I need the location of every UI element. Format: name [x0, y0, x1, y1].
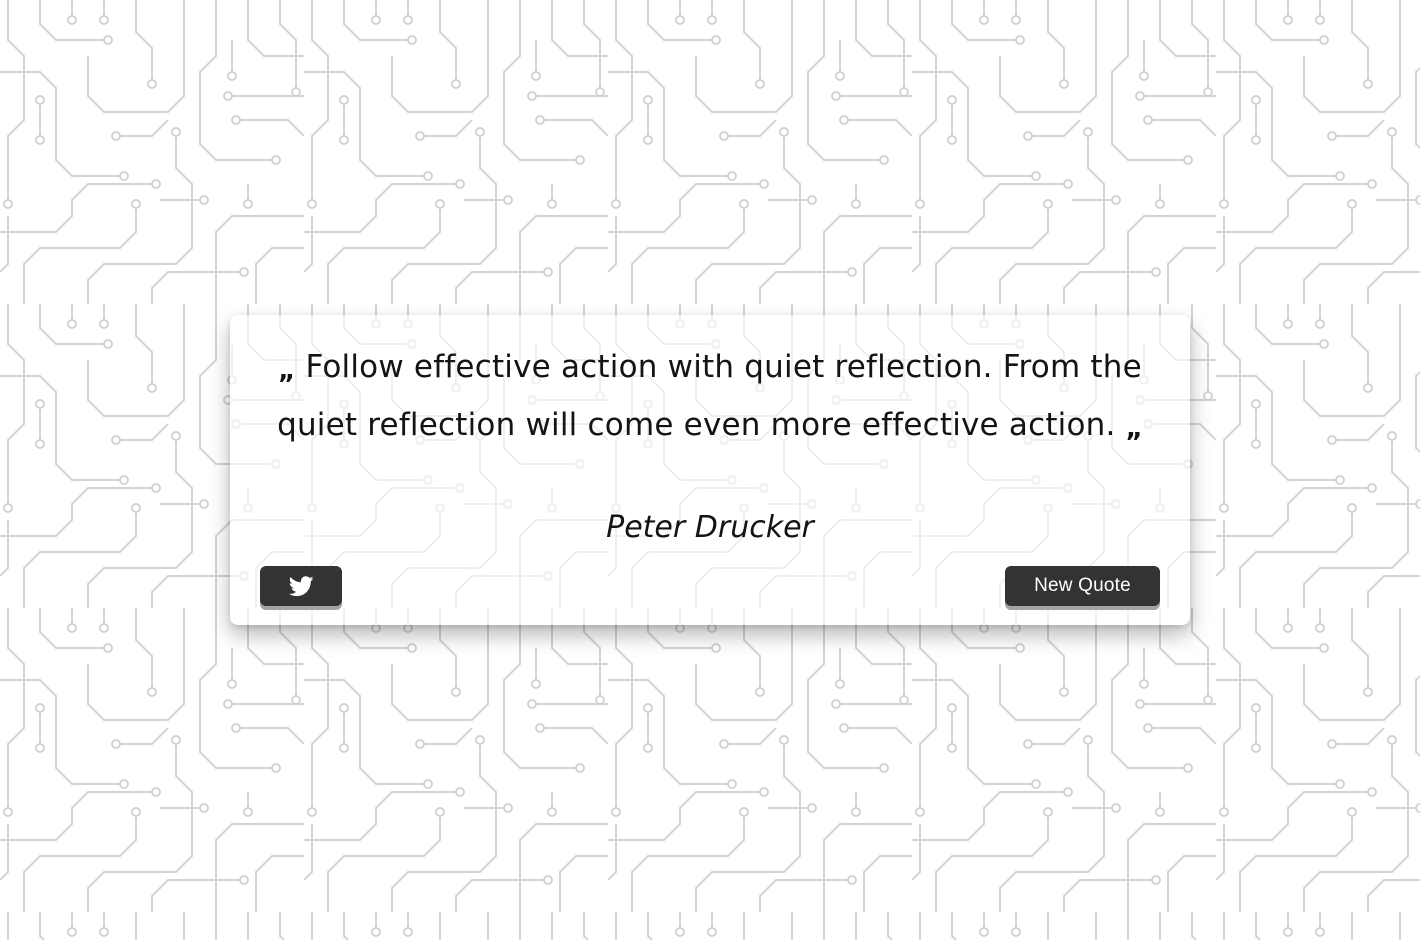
close-quote-mark-icon: „ — [1125, 414, 1143, 444]
quote-card: „ Follow effective action with quiet ref… — [230, 315, 1190, 625]
quote-body: Follow effective action with quiet refle… — [277, 349, 1142, 443]
new-quote-button[interactable]: New Quote — [1005, 566, 1160, 606]
open-quote-mark-icon: „ — [278, 356, 296, 386]
quote-text: „ Follow effective action with quiet ref… — [270, 340, 1150, 456]
tweet-button[interactable] — [260, 566, 342, 606]
quote-author: Peter Drucker — [606, 510, 814, 545]
twitter-bird-icon — [288, 575, 314, 597]
